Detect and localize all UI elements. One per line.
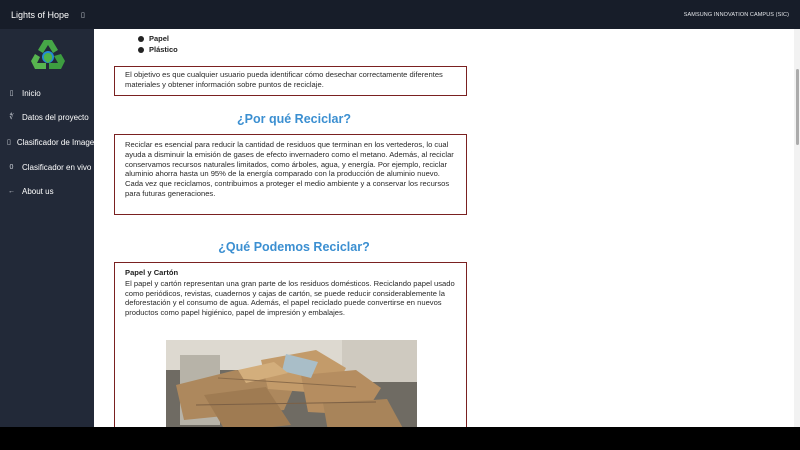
menu-toggle-icon[interactable]: ▯ [81, 11, 85, 19]
bullet-icon [138, 35, 144, 42]
material-list: Papel Plástico [138, 33, 178, 55]
organization-name: SAMSUNG INNOVATION CAMPUS (SIC) [683, 11, 789, 18]
data-icon: ∜ [9, 114, 14, 121]
sidebar-item-about-us[interactable]: ← About us [0, 182, 94, 200]
sidebar-item-label: Datos del proyecto [22, 112, 89, 122]
why-recycle-box: Reciclar es esencial para reducir la can… [114, 134, 467, 215]
sidebar-item-label: Clasificador de Imagen [16, 137, 94, 147]
sidebar-item-label: About us [22, 186, 54, 196]
paper-card-text: El papel y cartón representan una gran p… [125, 278, 455, 318]
arrow-left-icon: ← [8, 187, 15, 195]
list-item-label: Plástico [149, 45, 178, 54]
vertical-scrollbar[interactable] [794, 29, 800, 427]
top-bar: Lights of Hope ▯ SAMSUNG INNOVATION CAMP… [0, 0, 800, 29]
list-item-label: Papel [149, 34, 170, 43]
sidebar-item-inicio[interactable]: ▯ Inicio [0, 84, 94, 102]
main-content: Papel Plástico El objetivo es que cualqu… [94, 29, 794, 427]
paper-card-title: Papel y Cartón [125, 268, 179, 277]
list-item: Papel [138, 33, 178, 44]
bottom-bar [0, 427, 800, 450]
recycle-icon [31, 40, 65, 69]
app-title: Lights of Hope [11, 9, 70, 20]
why-recycle-heading: ¿Por qué Reciclar? [237, 112, 351, 126]
cardboard-image [166, 340, 417, 427]
sidebar-item-image-classifier[interactable]: ▯ Clasificador de Imagen [0, 133, 94, 151]
why-recycle-text: Reciclar es esencial para reducir la can… [125, 140, 454, 198]
objective-box: El objetivo es que cualquier usuario pue… [114, 66, 467, 96]
scrollbar-thumb[interactable] [796, 69, 799, 145]
home-icon: ▯ [9, 90, 14, 97]
what-recycle-heading: ¿Qué Podemos Reciclar? [218, 240, 370, 254]
camera-icon: 0 [9, 163, 14, 171]
paper-card: Papel y Cartón El papel y cartón represe… [114, 262, 467, 427]
image-icon: ▯ [7, 139, 11, 146]
sidebar-item-label: Inicio [22, 88, 41, 98]
bullet-icon [138, 46, 144, 53]
objective-text: El objetivo es que cualquier usuario pue… [125, 70, 443, 89]
list-item: Plástico [138, 44, 178, 55]
sidebar-item-project-data[interactable]: ∜ Datos del proyecto [0, 108, 94, 126]
sidebar-item-label: Clasificador en vivo [22, 162, 92, 172]
sidebar-item-live-classifier[interactable]: 0 Clasificador en vivo [0, 158, 94, 176]
sidebar: ▯ Inicio ∜ Datos del proyecto ▯ Clasific… [0, 29, 94, 427]
